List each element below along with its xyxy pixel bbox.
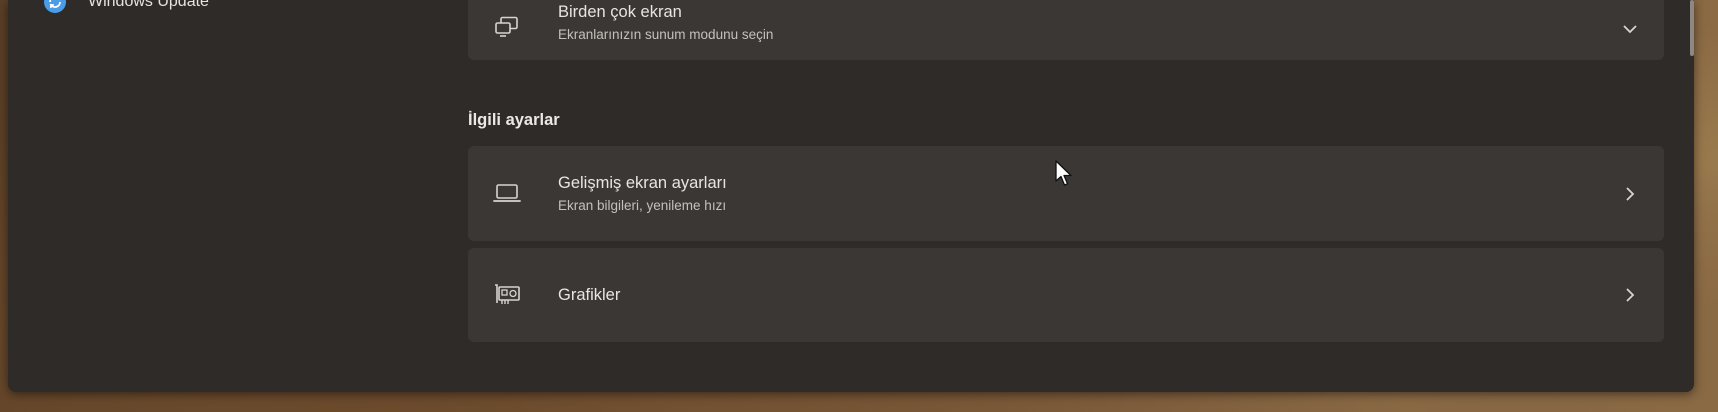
scrollbar[interactable] xyxy=(1690,0,1694,56)
multiple-displays-icon xyxy=(493,13,521,41)
chevron-down-icon[interactable] xyxy=(1622,21,1638,37)
graphics-card-icon xyxy=(493,281,521,309)
sidebar-item-label: Windows Update xyxy=(88,0,209,10)
advanced-display-settings-subtitle: Ekran bilgileri, yenileme hızı xyxy=(558,198,727,213)
chevron-right-icon[interactable] xyxy=(1622,287,1638,303)
advanced-display-settings-title: Gelişmiş ekran ayarları xyxy=(558,174,727,192)
settings-window: Windows Update Birden çok ekran Ekranlar… xyxy=(8,0,1694,392)
chevron-right-icon[interactable] xyxy=(1622,186,1638,202)
laptop-icon xyxy=(493,179,521,207)
windows-update-icon xyxy=(44,0,66,13)
sidebar-item-windows-update[interactable]: Windows Update xyxy=(44,0,209,18)
related-settings-heading: İlgili ayarlar xyxy=(468,111,560,129)
graphics-card[interactable]: Grafikler xyxy=(468,248,1664,342)
multiple-displays-subtitle: Ekranlarınızın sunum modunu seçin xyxy=(558,27,774,42)
graphics-title: Grafikler xyxy=(558,286,621,304)
multiple-displays-title: Birden çok ekran xyxy=(558,3,682,21)
multiple-displays-card[interactable]: Birden çok ekran Ekranlarınızın sunum mo… xyxy=(468,0,1664,60)
mouse-cursor-icon xyxy=(1055,160,1072,186)
